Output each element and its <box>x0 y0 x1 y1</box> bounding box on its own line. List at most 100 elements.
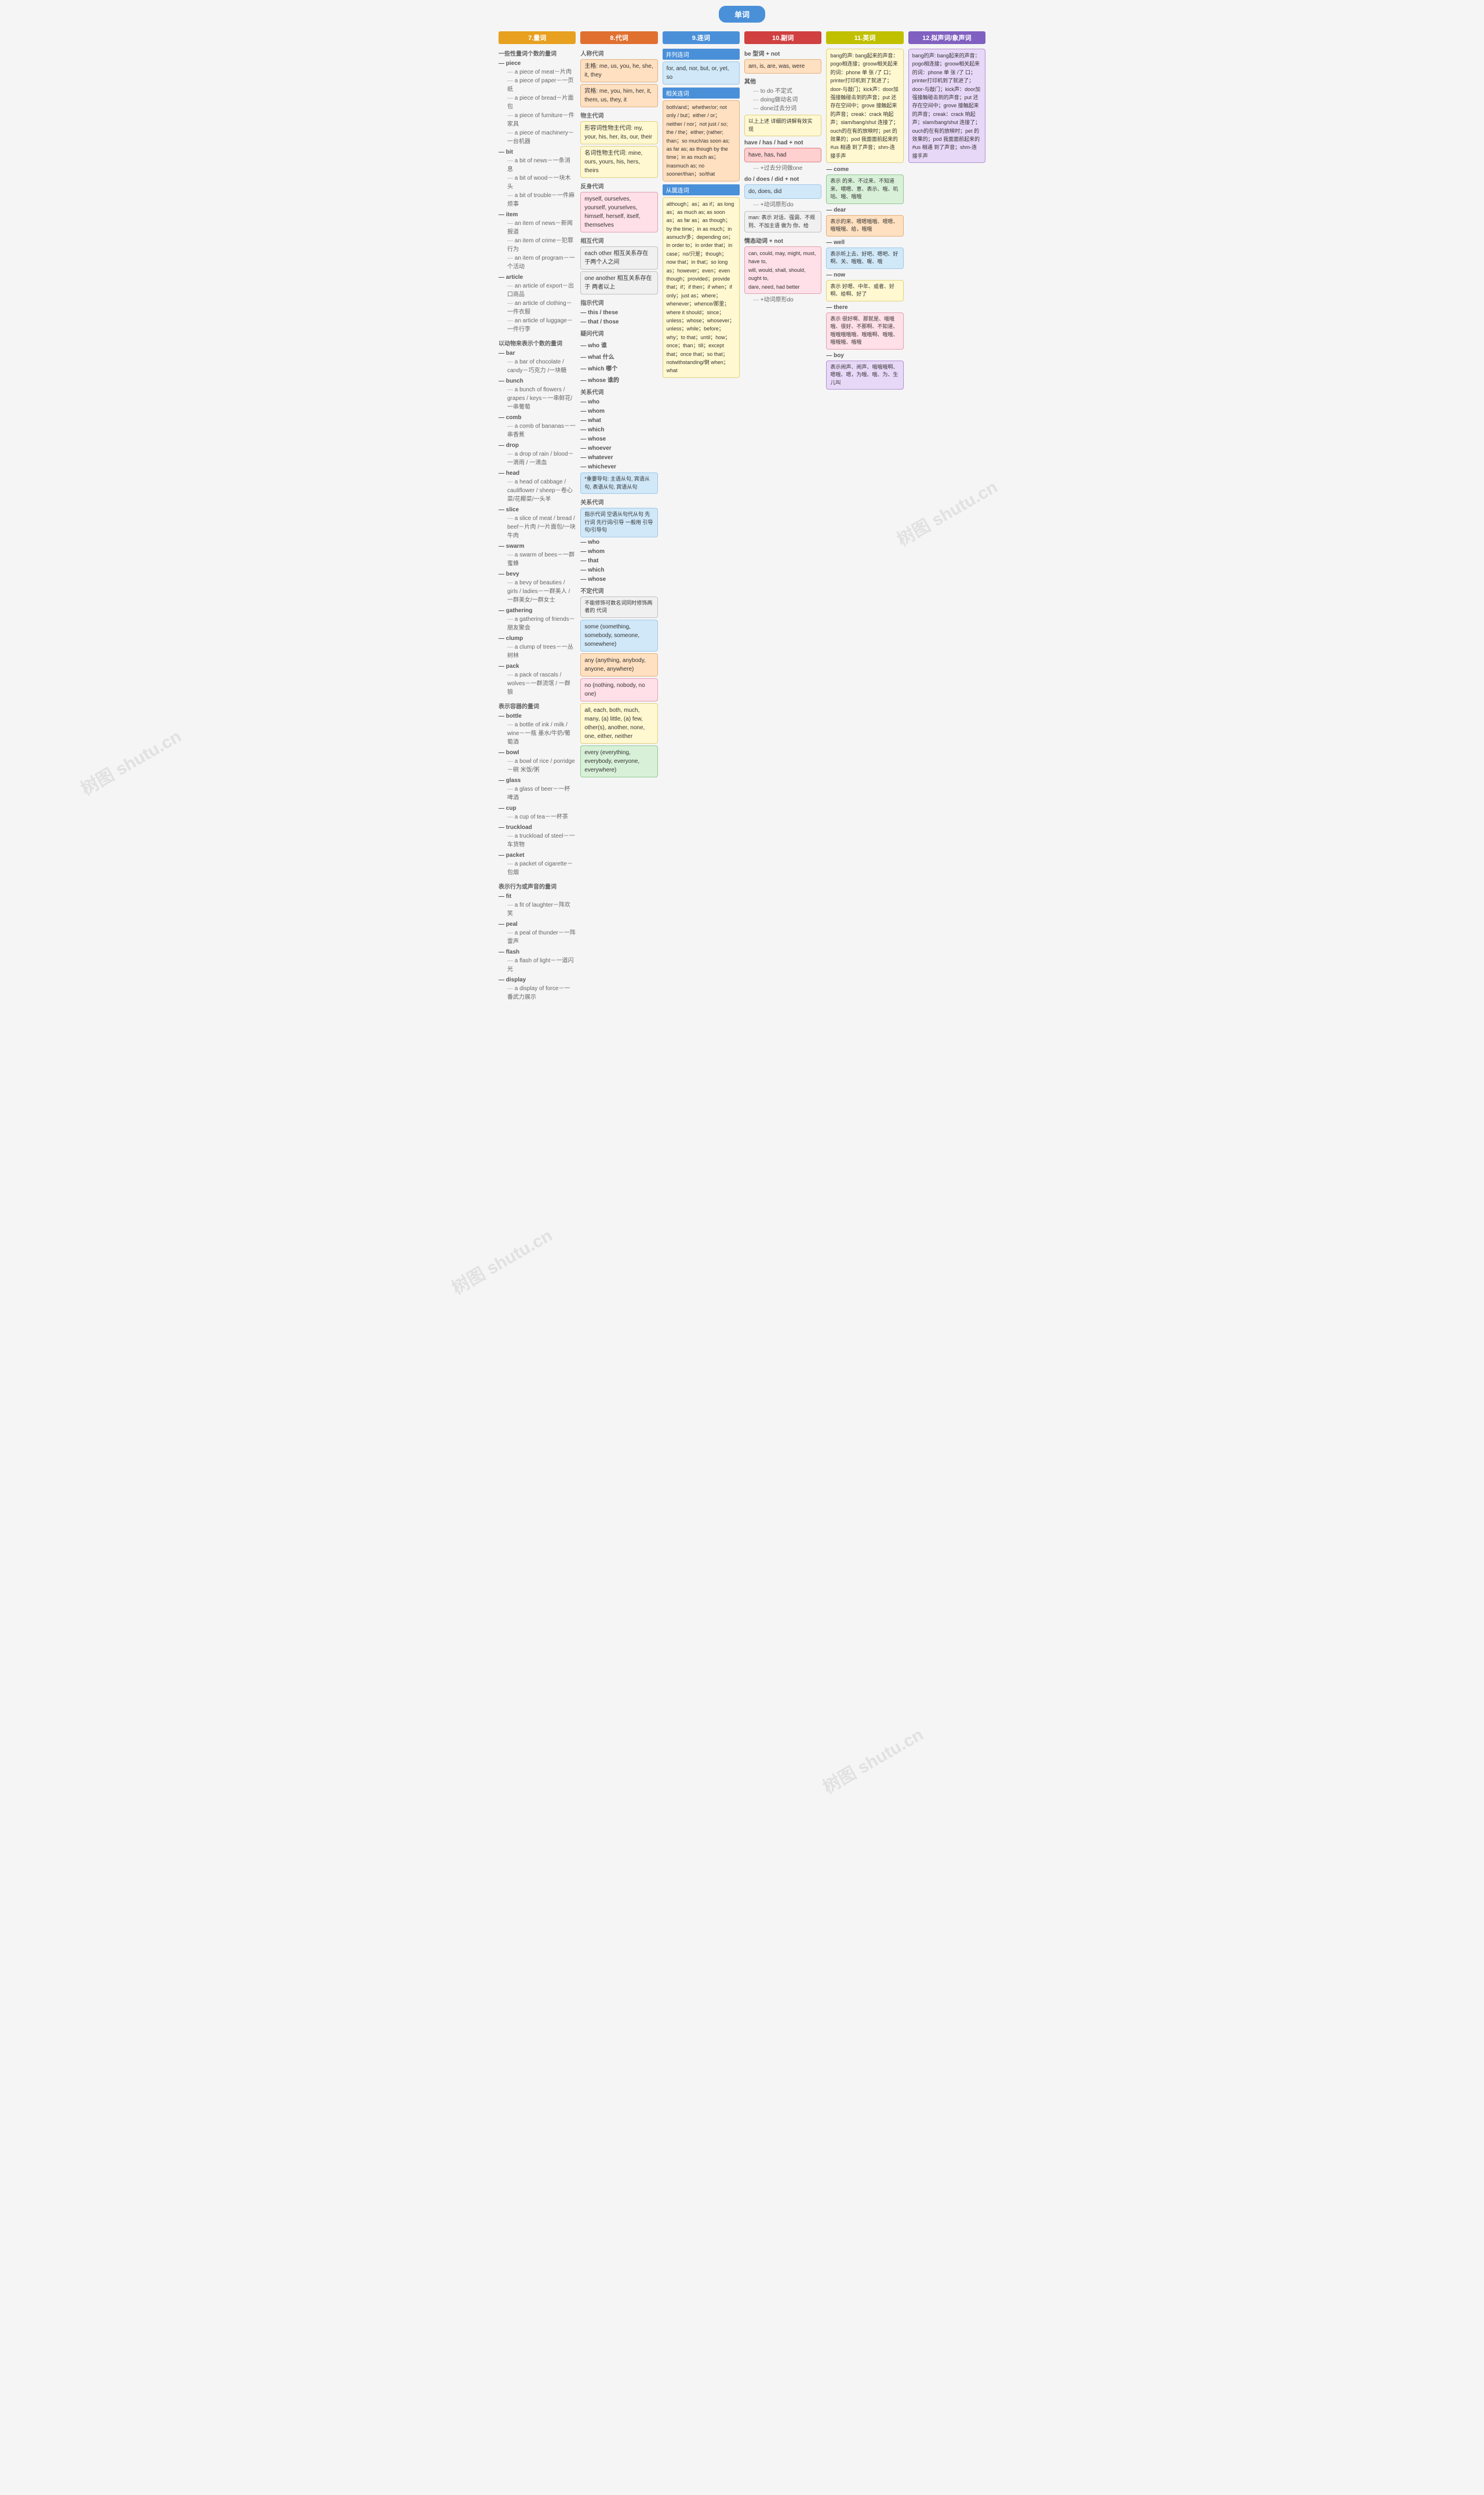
col11-dear-box: 表示的来、喂嗯哦哦、喂嗯、哦哦哦、给，哦哦 <box>826 215 903 237</box>
col8-rel-that2: — that <box>580 558 657 564</box>
col10-do-note: +动词原形do <box>753 201 821 209</box>
col8-reflexive-box: myself, ourselves, yourself, yourselves,… <box>580 192 657 232</box>
col7-bit-2: a bit of wood－一块木头 <box>507 174 576 191</box>
col7-item-3: an item of program－一个活动 <box>507 254 576 271</box>
col7-slice-1: a slice of meat / bread / beef－片肉 /一片面包/… <box>507 514 576 540</box>
col8-indefinite-note: 不能修饰可数名词同时修饰两者的 代词 <box>580 597 657 618</box>
col7-drop-main: — drop <box>499 442 576 449</box>
col11-boy-box: 表示闹声、闹声、哦哦哦啊、嗯哦、嗯，为哦、哦、为、生儿叫 <box>826 361 903 390</box>
col8-personal-title: 人称代词 <box>580 49 657 57</box>
col9-coordinate: 并列连词 for, and, nor, but, or, yet, so <box>663 49 740 85</box>
col10-done: done过去分词 <box>753 104 821 113</box>
col7-fit-main: — fit <box>499 893 576 900</box>
col8-rel-whoever: — whoever <box>580 445 657 452</box>
col10-be-box: am, is, are, was, were <box>744 59 821 74</box>
col8-demonstrative-title: 指示代词 <box>580 298 657 307</box>
col7-head-main: — head <box>499 470 576 477</box>
col10-man-note: man: 表示 对话、强调、不规则、不加主语 做为 你、给 <box>744 211 821 232</box>
col7-bottle-1: a bottle of ink / milk / wine－一瓶 墨水/牛奶/葡… <box>507 721 576 747</box>
col9-subordinate: 从属连词 although；as；as if；as long as；as muc… <box>663 184 740 378</box>
col7-section-uncountable: 一些性量词个数的量词 <box>499 49 576 57</box>
col8-rel-which: — which <box>580 427 657 433</box>
col9-coordinate-title: 并列连词 <box>663 49 740 60</box>
col9-correlative: 相关连词 both/and；whether/or; not only / but… <box>663 88 740 181</box>
col7-header: 7.量词 <box>499 31 576 44</box>
col7-packet-main: — packet <box>499 852 576 859</box>
col7-section-sounds: 表示行为或声音的量词 <box>499 882 576 890</box>
col10-have-note: +过去分词做one <box>753 164 821 173</box>
col8-this: — this / these <box>580 310 657 316</box>
col7-cup-1: a cup of tea－一杯茶 <box>507 813 576 821</box>
col10-modal-box: can, could, may, might, must, have to, w… <box>744 246 821 294</box>
col9-coordinate-box: for, and, nor, but, or, yet, so <box>663 61 740 85</box>
col7-swarm-main: — swarm <box>499 543 576 550</box>
col8-indef-no: no (nothing, nobody, no one) <box>580 678 657 701</box>
col8-rel-whose2: — whose <box>580 576 657 583</box>
col7-bottle-main: — bottle <box>499 713 576 719</box>
col7-flash-main: — flash <box>499 949 576 955</box>
col8-personal-box1: 主格: me, us, you, he, she, it, they <box>580 59 657 82</box>
page-title: 单词 <box>719 6 765 23</box>
col11-there-box: 表示 很好啊、那就是、哦哦哦、很好、不那啊、不知道、哦哦哦哦哦、哦哦啊、哦哦、哦… <box>826 312 903 350</box>
col8-indef-every: every (everything, everybody, everyone, … <box>580 745 657 777</box>
col11-boy: — boy 表示闹声、闹声、哦哦哦啊、嗯哦、嗯，为哦、哦、为、生儿叫 <box>826 352 903 390</box>
col8-rel-info-title: 关系代词 <box>580 497 657 506</box>
col7-bowl-main: — bowl <box>499 750 576 756</box>
col10-todo: to do 不定式 <box>753 87 821 96</box>
col7-piece-3: a piece of bread－片面包 <box>507 94 576 111</box>
col12-header: 12.拟声词/象声词 <box>908 31 985 44</box>
col11-come: — come 表示 的来、不过来、不知道来、喂嗯、意、表示、哦、叽咕、哦、哦哦 <box>826 166 903 204</box>
col11-now-box: 表示 好嗯、中年、或者、好啊、给啊、好了 <box>826 280 903 301</box>
col7-bowl-1: a bowl of rice / porridge－碗 米饭/粥 <box>507 757 576 774</box>
col7-article-main: — article <box>499 274 576 281</box>
col7-bevy-main: — bevy <box>499 571 576 577</box>
col8-personal-box2: 宾格: me, you, him, her, it, them, us, the… <box>580 84 657 107</box>
col7-piece-main: — piece <box>499 60 576 67</box>
col7-clump-main: — clump <box>499 635 576 642</box>
col7-fit-1: a fit of laughter－阵欢笑 <box>507 901 576 918</box>
col9: 9.连词 并列连词 for, and, nor, but, or, yet, s… <box>663 31 740 381</box>
col7-gathering-1: a gathering of friends－朋友聚会 <box>507 615 576 632</box>
col8-rel-whatever: — whatever <box>580 454 657 461</box>
col8-which: — which 哪个 <box>580 363 657 372</box>
col8-reciprocal-title: 相互代词 <box>580 236 657 245</box>
col7-peal-1: a peal of thunder－一阵雷声 <box>507 929 576 946</box>
col7-comb-main: — comb <box>499 414 576 421</box>
col9-correlative-box: both/and；whether/or; not only / but；eith… <box>663 100 740 181</box>
col10-other-title: 其他 <box>744 77 821 85</box>
col8-relative-title: 关系代词 <box>580 387 657 396</box>
col7-drop-1: a drop of rain / blood－一滴雨 / 一滴血 <box>507 450 576 467</box>
col11-come-box: 表示 的来、不过来、不知道来、喂嗯、意、表示、哦、叽咕、哦、哦哦 <box>826 174 903 204</box>
col8-rel-whom: — whom <box>580 408 657 414</box>
col8-what: — what 什么 <box>580 352 657 361</box>
col7-glass-1: a glass of beer－一杯啤酒 <box>507 785 576 802</box>
col8-header: 8.代词 <box>580 31 657 44</box>
col7-flash-1: a flash of light－一道闪光 <box>507 956 576 974</box>
col7-piece-1: a piece of meat－片肉 <box>507 68 576 77</box>
col7-bit-main: — bit <box>499 149 576 155</box>
col8-indefinite-title: 不定代词 <box>580 586 657 595</box>
col7-head-1: a head of cabbage / cauliflower / sheep－… <box>507 478 576 504</box>
col8-rel-whom2: — whom <box>580 548 657 555</box>
col7-piece-5: a piece of machinery－一台机器 <box>507 129 576 146</box>
col7-packet-1: a packet of cigarette－包烟 <box>507 860 576 877</box>
col10-doing: doing做动名词 <box>753 96 821 104</box>
col8-rel-what: — what <box>580 417 657 424</box>
col8-interrogative-title: 疑问代词 <box>580 329 657 337</box>
col7-bit-3: a bit of trouble－一件麻烦事 <box>507 191 576 209</box>
col8-reflexive-title: 反身代词 <box>580 181 657 190</box>
col7-item-main: — item <box>499 212 576 218</box>
col7-pack-main: — pack <box>499 663 576 670</box>
col8-who: — who 谁 <box>580 340 657 349</box>
col10-header: 10.副词 <box>744 31 821 44</box>
col7-item-1: an item of news－新闻报道 <box>507 219 576 237</box>
col8-rel-whose: — whose <box>580 436 657 442</box>
col11-main-box: bang的声: bang起来的声音：pogo相连接；groow相关起来的词：ph… <box>826 49 903 163</box>
col12-main-box: bang的声: bang起来的声音：pogo相连接；groow相关起来的词：ph… <box>908 49 985 163</box>
col11-there: — there 表示 很好啊、那就是、哦哦哦、很好、不那啊、不知道、哦哦哦哦哦、… <box>826 304 903 350</box>
col11-now: — now 表示 好嗯、中年、或者、好啊、给啊、好了 <box>826 272 903 301</box>
col8-rel-whichever: — whichever <box>580 464 657 470</box>
col7-glass-main: — glass <box>499 777 576 784</box>
page-container: 单词 7.量词 一些性量词个数的量词 — piece a piece of me… <box>493 0 991 1008</box>
col7-truckload-main: — truckload <box>499 824 576 831</box>
